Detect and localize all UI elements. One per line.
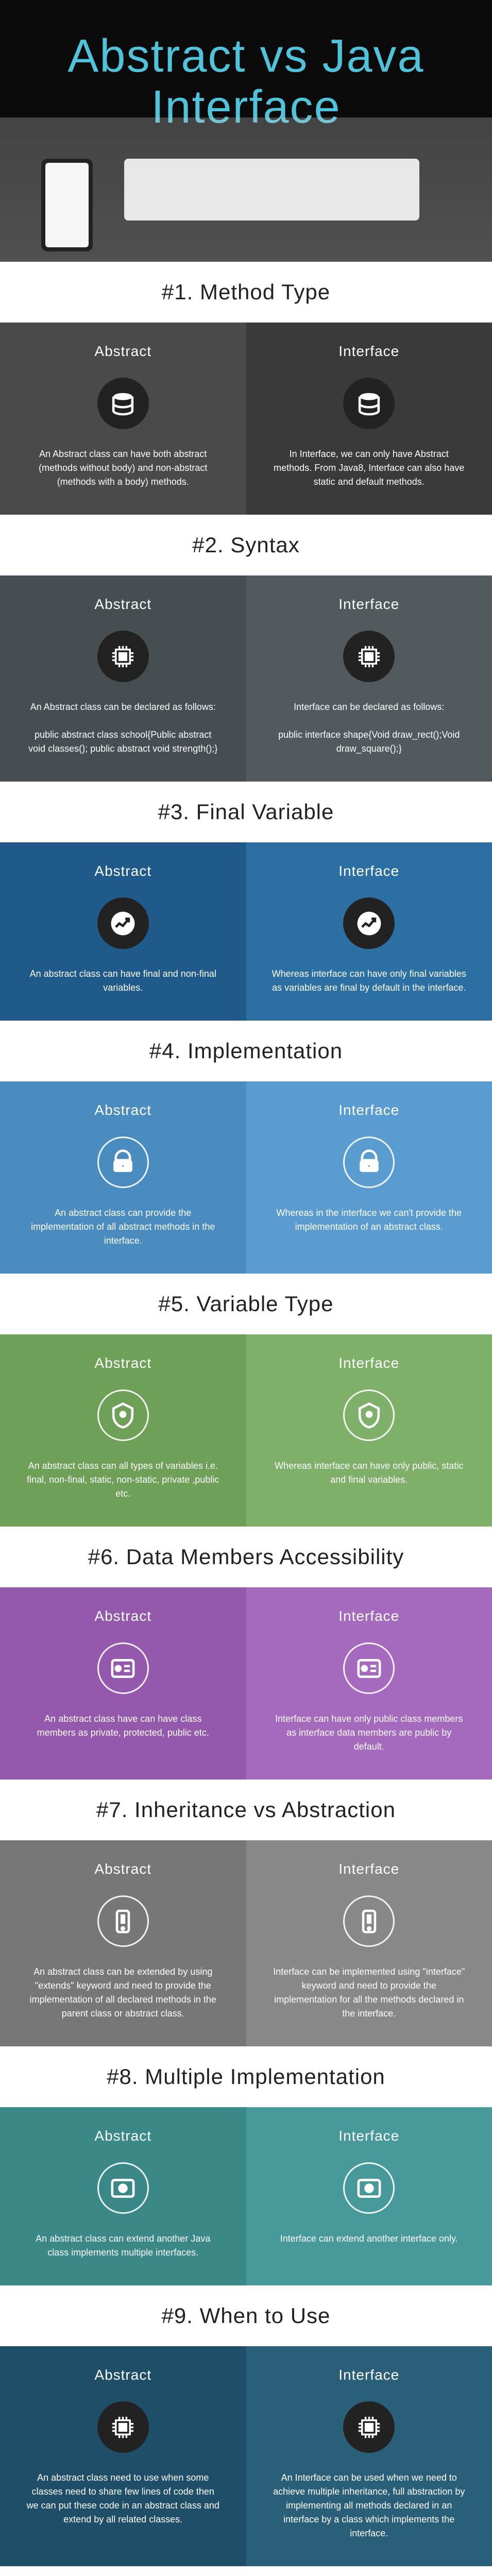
compare-row-5: Abstract An abstract class can all types… <box>0 1334 492 1527</box>
interface-desc-8: Interface can extend another interface o… <box>271 2232 467 2246</box>
section-title-2: #2. Syntax <box>0 515 492 575</box>
section-6-icon <box>343 1642 395 1694</box>
infographic-container: Abstract vs Java Interface #1. Method Ty… <box>0 0 492 2576</box>
compare-row-6: Abstract An abstract class have can have… <box>0 1587 492 1780</box>
header-image <box>0 117 492 262</box>
interface-col-6: Interface Interface can have only public… <box>246 1587 492 1780</box>
abstract-col-1: Abstract An Abstract class can have both… <box>0 323 246 515</box>
interface-label: Interface <box>262 863 477 879</box>
compare-row-8: Abstract An abstract class can extend an… <box>0 2107 492 2285</box>
abstract-desc-1: An Abstract class can have both abstract… <box>25 447 221 489</box>
footer-url: www.educba.com <box>0 2566 492 2576</box>
section-1-icon <box>97 378 149 429</box>
section-3-icon <box>343 897 395 949</box>
interface-col-2: Interface Interface can be declared as f… <box>246 575 492 782</box>
interface-desc-7: Interface can be implemented using "inte… <box>271 1965 467 2021</box>
interface-desc-5: Whereas interface can have only public, … <box>271 1459 467 1487</box>
abstract-desc-5: An abstract class can all types of varia… <box>25 1459 221 1501</box>
interface-label: Interface <box>262 2367 477 2383</box>
section-title-3: #3. Final Variable <box>0 782 492 842</box>
compare-row-4: Abstract An abstract class can provide t… <box>0 1081 492 1274</box>
section-title-6: #6. Data Members Accessibility <box>0 1527 492 1587</box>
abstract-col-6: Abstract An abstract class have can have… <box>0 1587 246 1780</box>
abstract-label: Abstract <box>15 1861 231 1877</box>
abstract-label: Abstract <box>15 343 231 360</box>
section-4-icon <box>97 1137 149 1188</box>
section-title-4: #4. Implementation <box>0 1021 492 1081</box>
abstract-col-3: Abstract An abstract class can have fina… <box>0 842 246 1021</box>
header: Abstract vs Java Interface <box>0 0 492 262</box>
compare-row-3: Abstract An abstract class can have fina… <box>0 842 492 1021</box>
section-9-icon <box>343 2401 395 2453</box>
abstract-label: Abstract <box>15 2367 231 2383</box>
compare-row-7: Abstract An abstract class can be extend… <box>0 1840 492 2046</box>
interface-desc-2: Interface can be declared as follows:pub… <box>271 700 467 756</box>
interface-desc-4: Whereas in the interface we can't provid… <box>271 1206 467 1234</box>
compare-row-2: Abstract An Abstract class can be declar… <box>0 575 492 782</box>
abstract-col-2: Abstract An Abstract class can be declar… <box>0 575 246 782</box>
abstract-label: Abstract <box>15 596 231 613</box>
section-8-icon <box>343 2162 395 2214</box>
interface-desc-3: Whereas interface can have only final va… <box>271 967 467 995</box>
abstract-col-9: Abstract An abstract class need to use w… <box>0 2346 246 2566</box>
section-7-icon <box>97 1895 149 1947</box>
abstract-desc-7: An abstract class can be extended by usi… <box>25 1965 221 2021</box>
section-3-icon <box>97 897 149 949</box>
interface-label: Interface <box>262 2128 477 2144</box>
interface-desc-6: Interface can have only public class mem… <box>271 1712 467 1754</box>
interface-col-7: Interface Interface can be implemented u… <box>246 1840 492 2046</box>
compare-row-1: Abstract An Abstract class can have both… <box>0 323 492 515</box>
interface-label: Interface <box>262 343 477 360</box>
compare-row-9: Abstract An abstract class need to use w… <box>0 2346 492 2566</box>
section-9-icon <box>97 2401 149 2453</box>
abstract-col-4: Abstract An abstract class can provide t… <box>0 1081 246 1274</box>
interface-col-5: Interface Whereas interface can have onl… <box>246 1334 492 1527</box>
section-title-7: #7. Inheritance vs Abstraction <box>0 1780 492 1840</box>
interface-desc-1: In Interface, we can only have Abstract … <box>271 447 467 489</box>
abstract-label: Abstract <box>15 863 231 879</box>
abstract-col-8: Abstract An abstract class can extend an… <box>0 2107 246 2285</box>
keyboard-mock <box>124 159 419 221</box>
section-2-icon <box>97 631 149 682</box>
interface-label: Interface <box>262 1608 477 1624</box>
interface-label: Interface <box>262 596 477 613</box>
interface-label: Interface <box>262 1102 477 1118</box>
interface-col-4: Interface Whereas in the interface we ca… <box>246 1081 492 1274</box>
abstract-label: Abstract <box>15 1355 231 1371</box>
interface-label: Interface <box>262 1861 477 1877</box>
phone-mock <box>41 159 93 251</box>
section-4-icon <box>343 1137 395 1188</box>
section-6-icon <box>97 1642 149 1694</box>
abstract-label: Abstract <box>15 1102 231 1118</box>
section-7-icon <box>343 1895 395 1947</box>
abstract-col-7: Abstract An abstract class can be extend… <box>0 1840 246 2046</box>
interface-col-1: Interface In Interface, we can only have… <box>246 323 492 515</box>
abstract-desc-9: An abstract class need to use when some … <box>25 2471 221 2527</box>
interface-col-8: Interface Interface can extend another i… <box>246 2107 492 2285</box>
section-5-icon <box>343 1389 395 1441</box>
abstract-label: Abstract <box>15 2128 231 2144</box>
abstract-desc-4: An abstract class can provide the implem… <box>25 1206 221 1248</box>
abstract-desc-6: An abstract class have can have class me… <box>25 1712 221 1740</box>
section-5-icon <box>97 1389 149 1441</box>
section-1-icon <box>343 378 395 429</box>
interface-label: Interface <box>262 1355 477 1371</box>
abstract-desc-2: An Abstract class can be declared as fol… <box>25 700 221 756</box>
abstract-label: Abstract <box>15 1608 231 1624</box>
abstract-desc-3: An abstract class can have final and non… <box>25 967 221 995</box>
section-title-1: #1. Method Type <box>0 262 492 323</box>
abstract-col-5: Abstract An abstract class can all types… <box>0 1334 246 1527</box>
interface-col-9: Interface An Interface can be used when … <box>246 2346 492 2566</box>
interface-col-3: Interface Whereas interface can have onl… <box>246 842 492 1021</box>
section-title-5: #5. Variable Type <box>0 1274 492 1334</box>
interface-desc-9: An Interface can be used when we need to… <box>271 2471 467 2540</box>
abstract-desc-8: An abstract class can extend another Jav… <box>25 2232 221 2260</box>
section-2-icon <box>343 631 395 682</box>
section-8-icon <box>97 2162 149 2214</box>
section-title-9: #9. When to Use <box>0 2285 492 2346</box>
section-title-8: #8. Multiple Implementation <box>0 2046 492 2107</box>
